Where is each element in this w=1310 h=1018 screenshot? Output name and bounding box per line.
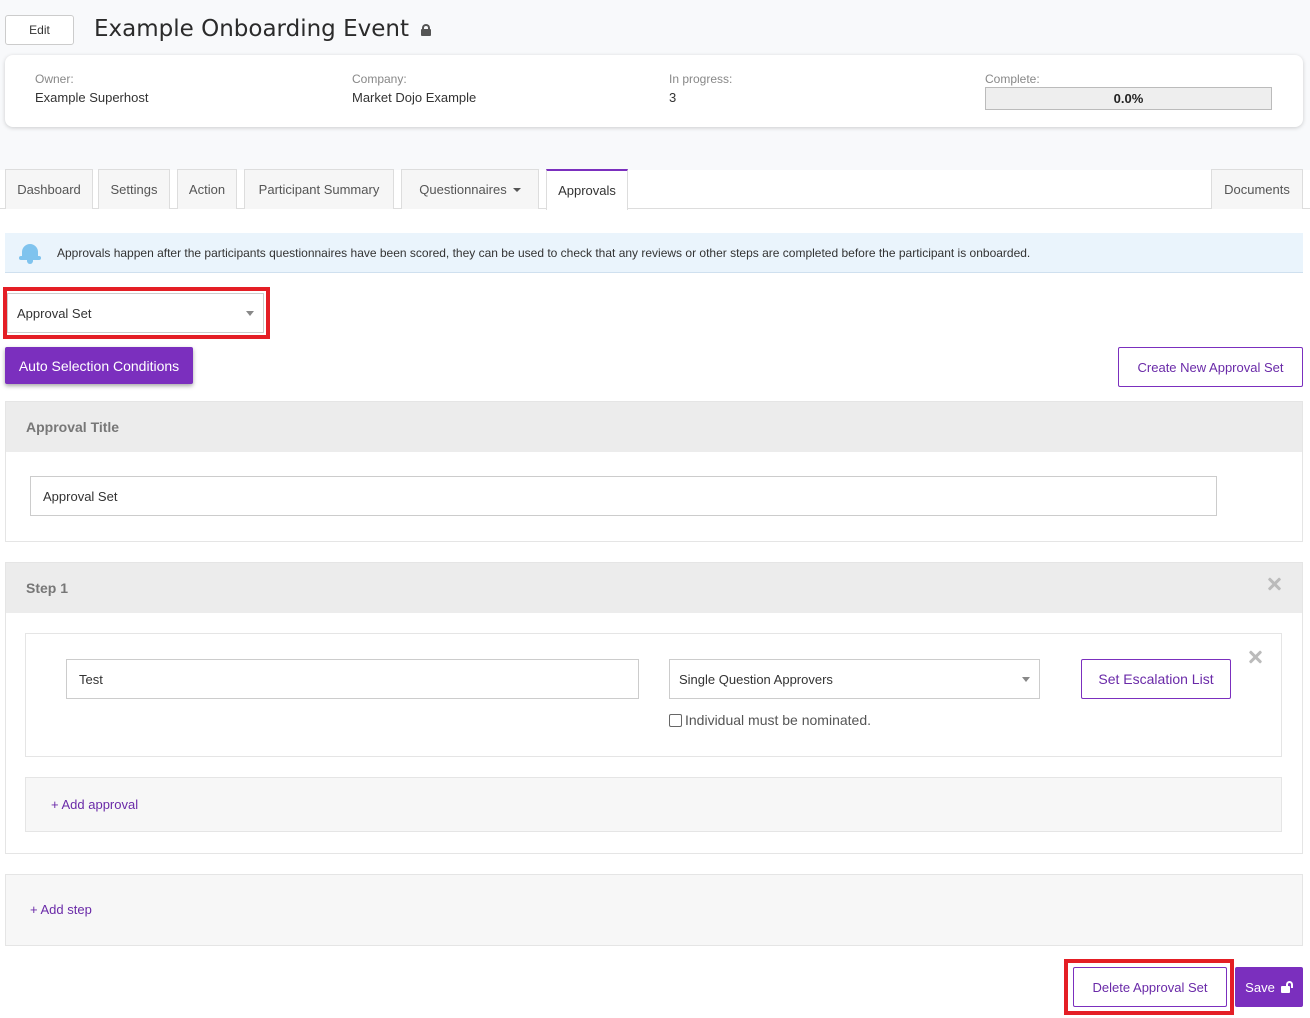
save-button[interactable]: Save [1235,967,1303,1007]
remove-approval-icon[interactable] [1248,650,1262,664]
step-heading: Step 1 [6,563,1302,613]
tab-approvals[interactable]: Approvals [546,169,628,210]
complete-info: Complete: 0.0% [985,72,1272,110]
complete-progress-bar: 0.0% [985,87,1272,110]
edit-button[interactable]: Edit [5,15,74,45]
tab-bar: Dashboard Settings Action Participant Su… [0,169,1310,210]
nominate-checkbox-row[interactable]: Individual must be nominated. [669,712,871,728]
in-progress-info: In progress: 3 [669,72,732,105]
in-progress-label: In progress: [669,72,733,86]
tab-label: Dashboard [17,182,81,197]
owner-value: Example Superhost [35,90,149,105]
tab-label: Questionnaires [419,182,507,197]
dropdown-arrow-icon [1022,677,1030,682]
in-progress-value: 3 [669,90,677,105]
complete-label: Complete: [985,72,1040,86]
tab-action[interactable]: Action [177,169,237,209]
add-step-link[interactable]: + Add step [30,902,92,917]
tab-questionnaires[interactable]: Questionnaires [401,169,539,209]
caret-down-icon [512,187,521,192]
info-banner: Approvals happen after the participants … [5,233,1303,273]
remove-step-icon[interactable] [1267,577,1281,591]
tab-label: Documents [1224,182,1290,197]
tab-dashboard[interactable]: Dashboard [5,169,93,209]
company-value: Market Dojo Example [352,90,477,105]
event-title-text: Example Onboarding Event [94,16,409,42]
tab-settings[interactable]: Settings [98,169,170,209]
dropdown-arrow-icon [246,311,254,316]
approval-title-heading: Approval Title [6,402,1302,452]
company-label: Company: [352,72,407,86]
event-info-card: Owner: Example Superhost Company: Market… [5,55,1303,127]
page-title: Example Onboarding Event [94,16,431,42]
save-label: Save [1245,979,1275,995]
tab-label: Action [188,182,226,197]
bell-icon [19,242,41,264]
approval-set-select-value: Approval Set [17,305,92,321]
approver-type-select[interactable]: Single Question Approvers [669,659,1040,699]
tab-label: Approvals [558,183,616,198]
approval-name-input[interactable]: Test [66,659,639,699]
tab-label: Settings [110,182,158,197]
approval-title-input[interactable]: Approval Set [30,476,1217,516]
owner-info: Owner: Example Superhost [35,72,148,105]
approval-title-panel: Approval Title [5,401,1303,542]
tab-label: Participant Summary [258,182,380,197]
lock-icon [420,24,431,36]
auto-selection-conditions-button[interactable]: Auto Selection Conditions [5,347,193,384]
approval-set-select[interactable]: Approval Set [7,293,264,333]
owner-label: Owner: [35,72,74,86]
delete-approval-set-button[interactable]: Delete Approval Set [1073,967,1227,1007]
nominate-checkbox[interactable] [669,713,682,727]
create-new-approval-set-button[interactable]: Create New Approval Set [1118,347,1303,387]
add-step-panel [5,874,1303,946]
tab-participant-summary[interactable]: Participant Summary [244,169,394,209]
nominate-label: Individual must be nominated. [685,712,871,728]
approver-type-value: Single Question Approvers [679,671,833,687]
add-approval-link[interactable]: + Add approval [51,797,138,812]
company-info: Company: Market Dojo Example [352,72,476,105]
tab-documents[interactable]: Documents [1211,169,1303,209]
add-approval-row [25,777,1282,832]
info-banner-text: Approvals happen after the participants … [57,245,1031,260]
unlock-icon [1280,981,1293,993]
set-escalation-list-button[interactable]: Set Escalation List [1081,659,1231,699]
